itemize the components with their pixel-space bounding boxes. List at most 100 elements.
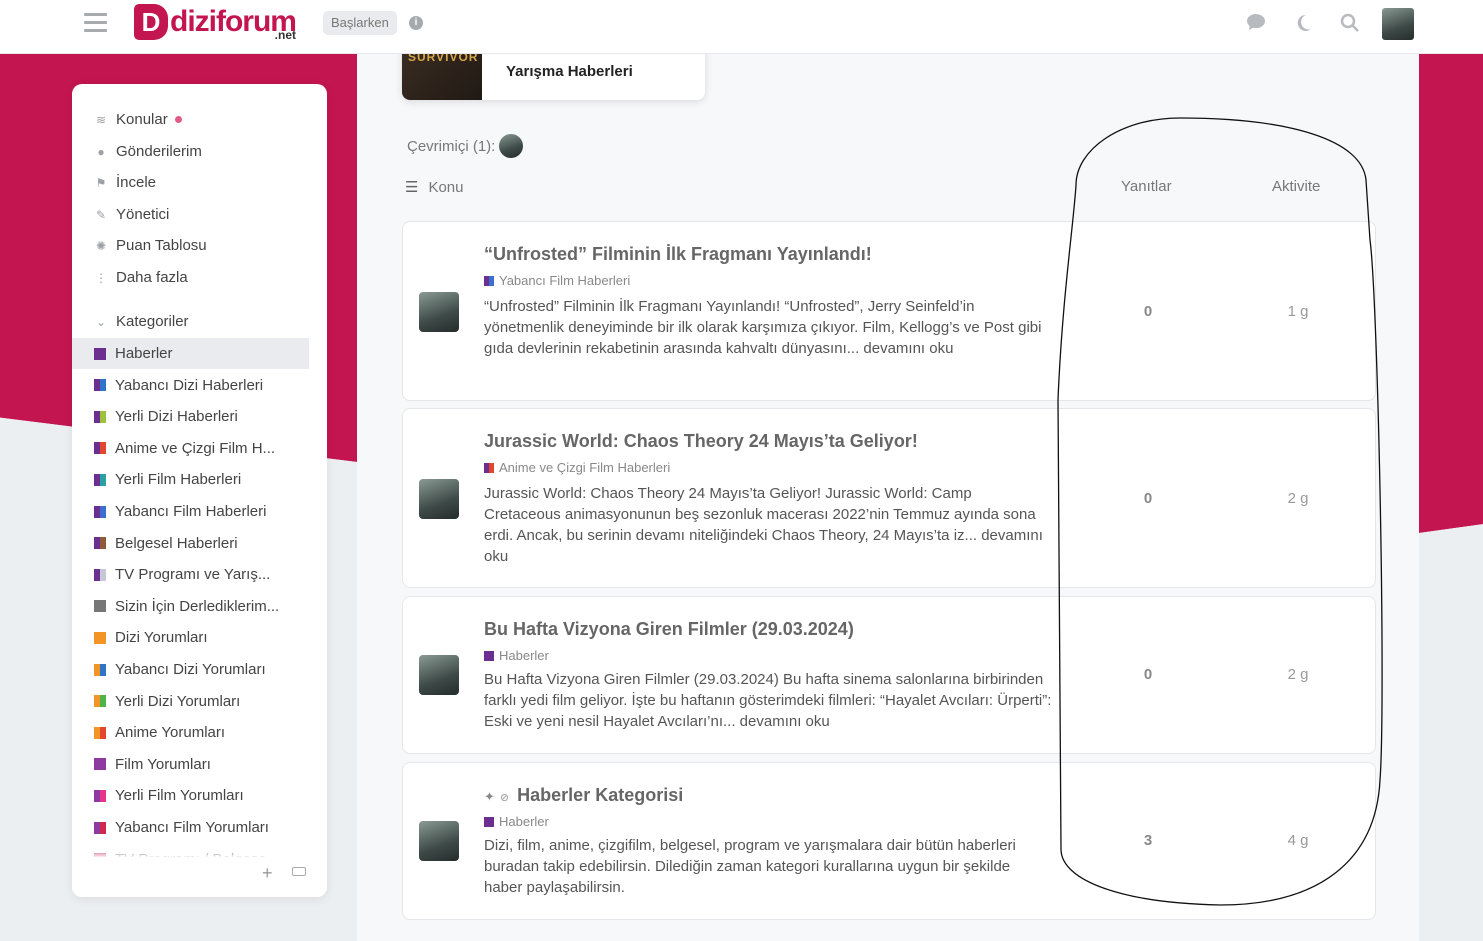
topic-category[interactable]: Yabancı Film Haberleri <box>484 273 630 288</box>
topic-row[interactable]: Bu Hafta Vizyona Giren Filmler (29.03.20… <box>402 596 1376 754</box>
topic-category[interactable]: Haberler <box>484 648 549 663</box>
category-thumbnail: SURVIVOR <box>402 46 482 100</box>
sidebar-category-item[interactable]: Sizin İçin Derlediklerim... <box>72 591 309 622</box>
column-topic-label: Konu <box>428 178 464 196</box>
sidebar-category-label: Sizin İçin Derlediklerim... <box>115 597 280 615</box>
topic-category-label: Anime ve Çizgi Film Haberleri <box>499 460 671 475</box>
activity-time: 4 g <box>1287 832 1309 849</box>
sidebar-category-label: Yabancı Dizi Yorumları <box>115 661 266 678</box>
category-swatch <box>484 462 494 473</box>
topic-title[interactable]: Jurassic World: Chaos Theory 24 Mayıs’ta… <box>484 431 918 452</box>
more-icon: ⋮ <box>95 270 107 285</box>
topic-category[interactable]: Haberler <box>484 814 549 829</box>
search-icon[interactable] <box>1339 13 1361 35</box>
sidebar-item-daha-fazla[interactable]: ⋮ Daha fazla <box>72 262 309 293</box>
author-avatar[interactable] <box>419 655 459 695</box>
sidebar-category-item[interactable]: Yabancı Film Haberleri <box>72 496 309 527</box>
sidebar-category-item[interactable]: Haberler <box>72 338 309 369</box>
sidebar: ≋ Konular ● Gönderilerim ⚑ İncele ✎ Yöne… <box>72 84 327 897</box>
sidebar-item-gonderilerim[interactable]: ● Gönderilerim <box>72 136 309 167</box>
category-swatch <box>484 650 494 661</box>
moon-icon[interactable] <box>1292 13 1314 35</box>
sidebar-category-item[interactable]: Film Yorumları <box>72 749 309 780</box>
sidebar-category-item[interactable]: Yabancı Film Yorumları <box>72 812 309 843</box>
reply-count: 0 <box>1143 490 1153 507</box>
sidebar-item-puan-tablosu[interactable]: ✺ Puan Tablosu <box>72 230 309 261</box>
site-logo[interactable]: D diziforum .net <box>134 4 297 44</box>
sidebar-category-item[interactable]: Belgesel Haberleri <box>72 528 309 559</box>
sidebar-category-item[interactable]: Yerli Dizi Haberleri <box>72 401 309 432</box>
sidebar-category-label: Yerli Film Yorumları <box>115 787 244 805</box>
pin-icon: ✦ <box>484 789 495 804</box>
online-label: Çevrimiçi (1): <box>407 137 496 155</box>
topic-row[interactable]: “Unfrosted” Filminin İlk Fragmanı Yayınl… <box>402 221 1376 401</box>
categories-heading: Kategoriler <box>116 313 189 330</box>
logo-mark: D <box>134 4 168 40</box>
sidebar-category-label: Belgesel Haberleri <box>115 534 238 552</box>
column-replies: Yanıtlar <box>1121 178 1172 195</box>
reply-count: 3 <box>1143 832 1153 849</box>
sidebar-category-item[interactable]: Yabancı Dizi Yorumları <box>72 654 309 685</box>
sidebar-item-label: İncele <box>116 174 157 191</box>
list-icon: ☰ <box>405 179 419 196</box>
sidebar-category-item[interactable]: Anime Yorumları <box>72 717 309 748</box>
topic-row[interactable]: ✦ ⊘ Haberler Kategorisi Haberler Dizi, f… <box>402 762 1376 920</box>
menu-hamburger-icon[interactable] <box>84 13 107 33</box>
category-swatch <box>94 789 106 802</box>
category-swatch <box>94 758 106 771</box>
sidebar-item-label: Gönderilerim <box>116 143 202 160</box>
author-avatar[interactable] <box>419 292 459 332</box>
categories-toggle[interactable]: ⌄ Kategoriler <box>72 306 309 337</box>
category-swatch <box>94 473 106 486</box>
topic-list-header: ☰ Konu Yanıtlar Aktivite <box>405 178 1405 198</box>
plus-icon[interactable]: + <box>262 863 273 884</box>
category-swatch <box>94 568 106 581</box>
sidebar-category-item[interactable]: Yerli Film Yorumları <box>72 780 309 811</box>
sidebar-category-item[interactable]: Yabancı Dizi Haberleri <box>72 370 309 401</box>
topic-excerpt[interactable]: “Unfrosted” Filminin İlk Fragmanı Yayınl… <box>484 296 1052 359</box>
sidebar-category-item[interactable]: TV Programı ve Yarış... <box>72 559 309 590</box>
topic-row[interactable]: Jurassic World: Chaos Theory 24 Mayıs’ta… <box>402 408 1376 588</box>
sidebar-category-label: Haberler <box>115 345 173 362</box>
topic-excerpt[interactable]: Jurassic World: Chaos Theory 24 Mayıs’ta… <box>484 483 1052 567</box>
start-badge[interactable]: Başlarken <box>323 11 397 35</box>
topic-title[interactable]: “Unfrosted” Filminin İlk Fragmanı Yayınl… <box>484 244 872 265</box>
sidebar-item-label: Daha fazla <box>116 269 188 286</box>
chat-icon[interactable] <box>1245 13 1267 35</box>
online-user-avatar[interactable] <box>499 134 524 158</box>
author-avatar[interactable] <box>419 479 459 519</box>
topic-category[interactable]: Anime ve Çizgi Film Haberleri <box>484 460 670 475</box>
sidebar-item-label: Yönetici <box>116 206 170 223</box>
column-activity: Aktivite <box>1272 178 1321 195</box>
category-swatch <box>94 379 106 392</box>
category-swatch <box>94 347 106 360</box>
sidebar-category-label: Yerli Dizi Yorumları <box>115 692 241 710</box>
sidebar-category-label: Yerli Dizi Haberleri <box>115 408 238 426</box>
category-swatch <box>94 505 106 518</box>
sidebar-category-item[interactable]: Dizi Yorumları <box>72 622 309 653</box>
sidebar-category-item[interactable]: Yerli Film Haberleri <box>72 464 309 495</box>
sidebar-category-label: Yabancı Film Yorumları <box>115 819 269 836</box>
user-avatar[interactable] <box>1382 8 1414 40</box>
info-icon[interactable]: i <box>409 16 423 30</box>
sidebar-category-label: TV Programı ve Yarış... <box>115 566 271 584</box>
category-swatch <box>94 442 106 455</box>
sidebar-category-label: Yabancı Film Haberleri <box>115 503 267 520</box>
keyboard-icon[interactable] <box>292 867 306 876</box>
activity-time: 1 g <box>1287 303 1309 320</box>
category-swatch <box>94 726 106 739</box>
sidebar-category-item[interactable]: Yerli Dizi Yorumları <box>72 686 309 717</box>
topic-title[interactable]: Bu Hafta Vizyona Giren Filmler (29.03.20… <box>484 619 854 640</box>
topic-excerpt[interactable]: Bu Hafta Vizyona Giren Filmler (29.03.20… <box>484 669 1052 732</box>
category-swatch <box>94 600 106 613</box>
hidden-icon: ⊘ <box>499 792 510 804</box>
author-avatar[interactable] <box>419 821 459 861</box>
reply-count: 0 <box>1143 666 1153 683</box>
topic-excerpt[interactable]: Dizi, film, anime, çizgifilm, belgesel, … <box>484 835 1029 898</box>
sidebar-item-konular[interactable]: ≋ Konular <box>72 104 309 135</box>
sidebar-item-yonetici[interactable]: ✎ Yönetici <box>72 199 309 230</box>
featured-category-card[interactable]: SURVIVOR Yarışma Haberleri <box>402 46 705 100</box>
topic-title-wrap[interactable]: ✦ ⊘ Haberler Kategorisi <box>484 785 683 806</box>
sidebar-category-item[interactable]: Anime ve Çizgi Film H... <box>72 433 309 464</box>
sidebar-item-incele[interactable]: ⚑ İncele <box>72 167 309 198</box>
